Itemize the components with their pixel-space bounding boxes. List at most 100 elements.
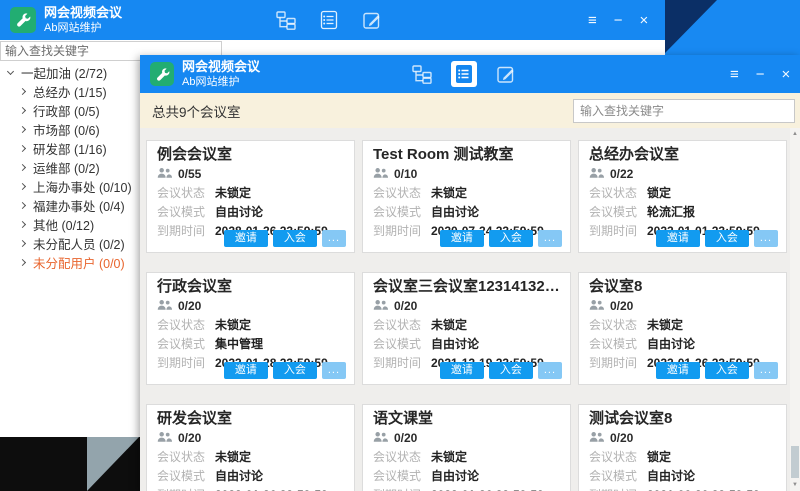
tree-item-2[interactable]: 行政部 (0/5): [0, 101, 140, 120]
room-count-summary: 总共9个会议室: [152, 101, 241, 121]
tree-item-label: 总经办 (1/15): [33, 82, 107, 101]
mode-label: 会议模式: [373, 203, 431, 220]
tree-item-3[interactable]: 市场部 (0/6): [0, 120, 140, 139]
summary-bar: 总共9个会议室: [140, 93, 800, 128]
room-list-icon[interactable]: [320, 10, 338, 30]
scroll-down-icon[interactable]: ▼: [790, 482, 800, 488]
join-button[interactable]: 入会: [705, 362, 749, 379]
status-value: 未锁定: [647, 316, 683, 333]
org-chart-icon[interactable]: [412, 64, 432, 84]
tree-item-10[interactable]: 未分配用户 (0/0): [0, 253, 140, 272]
tree-item-label: 福建办事处 (0/4): [33, 196, 125, 215]
mode-label: 会议模式: [589, 335, 647, 352]
status-value: 锁定: [647, 448, 671, 465]
mode-value: 自由讨论: [431, 203, 479, 220]
app-logo-icon: [10, 7, 36, 33]
join-button[interactable]: 入会: [273, 362, 317, 379]
room-name: 例会会议室: [157, 145, 344, 165]
status-label: 会议状态: [589, 448, 647, 465]
join-button[interactable]: 入会: [489, 362, 533, 379]
more-button[interactable]: ...: [322, 230, 346, 247]
room-card-1: Test Room 测试教室 0/10 会议状态 未锁定 会议模式 自由讨论 到…: [362, 140, 571, 253]
join-button[interactable]: 入会: [489, 230, 533, 247]
mode-label: 会议模式: [373, 335, 431, 352]
member-count: 0/20: [610, 299, 633, 313]
more-button[interactable]: ...: [538, 230, 562, 247]
room-name: Test Room 测试教室: [373, 145, 560, 165]
mode-label: 会议模式: [373, 467, 431, 484]
invite-button[interactable]: 邀请: [224, 362, 268, 379]
close-icon[interactable]: ×: [640, 13, 649, 28]
org-tree: 一起加油 (2/72) 总经办 (1/15) 行政部 (0/5) 市场部 (0/…: [0, 63, 140, 272]
scrollbar[interactable]: ▲ ▼: [790, 128, 800, 491]
room-name: 会议室三会议室123141324141三会议室: [373, 277, 560, 297]
more-button[interactable]: ...: [754, 362, 778, 379]
tree-item-9[interactable]: 未分配人员 (0/2): [0, 234, 140, 253]
meeting-rooms-window: 网会视频会议 Ab网站维护: [140, 55, 800, 491]
menu-icon[interactable]: ≡: [730, 67, 739, 82]
tree-item-1[interactable]: 总经办 (1/15): [0, 82, 140, 101]
room-list-icon-active[interactable]: [451, 61, 477, 87]
minimize-icon[interactable]: −: [614, 13, 623, 28]
join-button[interactable]: 入会: [273, 230, 317, 247]
members-icon: [157, 431, 172, 446]
scroll-up-icon[interactable]: ▲: [790, 131, 800, 137]
edit-icon[interactable]: [362, 10, 382, 30]
room-card-8: 测试会议室8 0/20 会议状态 锁定 会议模式 自由讨论 到期时间 2021-…: [578, 404, 787, 491]
tree-item-label: 未分配用户 (0/0): [33, 253, 125, 272]
menu-icon[interactable]: ≡: [588, 13, 597, 28]
chevron-icon: [19, 183, 26, 190]
expire-label: 到期时间: [373, 222, 431, 239]
close-icon[interactable]: ×: [782, 67, 791, 82]
join-button[interactable]: 入会: [705, 230, 749, 247]
mode-value: 自由讨论: [647, 335, 695, 352]
room-name: 行政会议室: [157, 277, 344, 297]
status-label: 会议状态: [373, 184, 431, 201]
tree-item-4[interactable]: 研发部 (1/16): [0, 139, 140, 158]
room-name: 测试会议室8: [589, 409, 776, 429]
invite-button[interactable]: 邀请: [224, 230, 268, 247]
meeting-rooms-titlebar: 网会视频会议 Ab网站维护: [140, 55, 800, 93]
tree-item-label: 一起加油 (2/72): [21, 63, 107, 82]
wallpaper-gray-triangle: [87, 437, 139, 491]
member-count: 0/55: [178, 167, 201, 181]
room-name: 会议室8: [589, 277, 776, 297]
room-card-2: 总经办会议室 0/22 会议状态 锁定 会议模式 轮流汇报 到期时间 2022-…: [578, 140, 787, 253]
status-value: 未锁定: [215, 448, 251, 465]
invite-button[interactable]: 邀请: [656, 230, 700, 247]
room-search-input[interactable]: [573, 99, 795, 123]
org-chart-icon[interactable]: [276, 10, 296, 30]
tree-item-6[interactable]: 上海办事处 (0/10): [0, 177, 140, 196]
expire-label: 到期时间: [589, 222, 647, 239]
more-button[interactable]: ...: [322, 362, 346, 379]
tree-item-label: 市场部 (0/6): [33, 120, 100, 139]
more-button[interactable]: ...: [754, 230, 778, 247]
expire-label: 到期时间: [589, 486, 647, 491]
status-value: 未锁定: [215, 184, 251, 201]
scrollbar-thumb[interactable]: [791, 446, 799, 478]
tree-item-5[interactable]: 运维部 (0/2): [0, 158, 140, 177]
status-label: 会议状态: [373, 448, 431, 465]
app-logo-icon: [150, 62, 174, 86]
invite-button[interactable]: 邀请: [440, 230, 484, 247]
room-card-0: 例会会议室 0/55 会议状态 未锁定 会议模式 自由讨论 到期时间 2028-…: [146, 140, 355, 253]
edit-icon[interactable]: [496, 64, 516, 84]
tree-item-8[interactable]: 其他 (0/12): [0, 215, 140, 234]
wrench-icon: [15, 12, 31, 28]
tree-item-0[interactable]: 一起加油 (2/72): [0, 63, 140, 82]
room-card-4: 会议室三会议室123141324141三会议室 0/20 会议状态 未锁定 会议…: [362, 272, 571, 385]
member-count: 0/20: [394, 299, 417, 313]
room-name: 语文课堂: [373, 409, 560, 429]
minimize-icon[interactable]: −: [756, 67, 765, 82]
tree-item-7[interactable]: 福建办事处 (0/4): [0, 196, 140, 215]
status-label: 会议状态: [589, 316, 647, 333]
mode-value: 自由讨论: [431, 467, 479, 484]
status-value: 锁定: [647, 184, 671, 201]
invite-button[interactable]: 邀请: [656, 362, 700, 379]
status-value: 未锁定: [431, 448, 467, 465]
room-card-5: 会议室8 0/20 会议状态 未锁定 会议模式 自由讨论 到期时间 2022-0…: [578, 272, 787, 385]
member-count: 0/20: [394, 431, 417, 445]
invite-button[interactable]: 邀请: [440, 362, 484, 379]
mode-label: 会议模式: [157, 335, 215, 352]
more-button[interactable]: ...: [538, 362, 562, 379]
